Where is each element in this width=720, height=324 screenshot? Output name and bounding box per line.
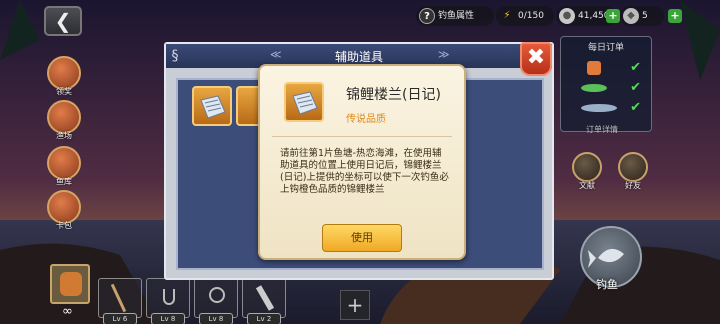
dialog-title: 辅助道具 [334, 50, 383, 64]
rod-icon [110, 283, 127, 313]
fishing-attribute-button[interactable]: ? 钓鱼属性 [416, 6, 494, 26]
divider [272, 136, 452, 137]
daily-orders-panel[interactable]: 每日订单 ✔ ✔ ✔ [560, 36, 652, 132]
lightning-icon: ⚡ [503, 10, 511, 21]
reward-icon [47, 56, 81, 90]
gem-counter: ◆ 5 [620, 6, 664, 26]
side-item-label: 渔场 [56, 131, 72, 140]
daily-orders-title: 每日订单 [587, 43, 624, 53]
item-detail-popup: 锦鲤楼兰(日记) 传说品质 请前往第1片鱼塘-热恋海滩，在使用辅助道具的位置上使… [258, 64, 466, 260]
energy-counter: ⚡ 0/150 [496, 6, 554, 26]
daily-order-detail-link[interactable]: 订单详情 [586, 124, 618, 135]
side-item-aquarium[interactable]: 鱼库 [46, 146, 82, 187]
tooltip-item-icon-frame [284, 82, 324, 122]
chevron-left-icon: ❮ [54, 9, 72, 33]
gem-value: 5 [642, 11, 648, 21]
book-icon [572, 152, 602, 182]
card-pack-icon [47, 190, 81, 224]
side-item-label: 鱼库 [56, 177, 72, 186]
item-slot-koi-diary[interactable] [192, 86, 232, 126]
hook-icon [163, 289, 175, 305]
level-badge: Lv 6 [103, 313, 137, 324]
check-icon: ✔ [630, 80, 641, 95]
daily-order-row: ✔ [579, 99, 647, 117]
coin-value: 41,450 [578, 11, 610, 21]
chevron-double-right-icon: ≫ [438, 48, 450, 61]
side-item-card-pack[interactable]: 卡包 [46, 190, 82, 231]
side-item-rewards[interactable]: 领奖 [46, 56, 82, 97]
daily-order-row: ✔ [579, 59, 647, 77]
side-item-label: 卡包 [56, 221, 72, 230]
cast-fishing-label: 钓鱼 [596, 278, 618, 291]
close-button[interactable]: ✖ [520, 42, 552, 76]
side-item-fishery[interactable]: 渔场 [46, 100, 82, 141]
fish-tank-icon [47, 146, 81, 180]
fishing-attribute-label: 钓鱼属性 [438, 11, 475, 21]
level-badge: Lv 8 [199, 313, 233, 324]
side-item-label: 领奖 [56, 87, 72, 96]
bait-icon [60, 272, 82, 296]
fish-icon [581, 84, 607, 92]
rod-slot[interactable]: Lv 6 [98, 278, 142, 324]
diary-item-icon [200, 95, 226, 119]
add-gems-button[interactable]: + [668, 9, 682, 23]
check-icon: ✔ [630, 60, 641, 75]
bait-slot-selected[interactable] [50, 264, 90, 304]
fish-icon [581, 104, 617, 112]
add-item-slot[interactable]: + [340, 290, 370, 320]
close-icon: ✖ [526, 45, 546, 70]
question-icon: ? [419, 8, 435, 24]
literature-label: 文献 [579, 181, 595, 190]
infinity-count: ∞ [62, 304, 73, 319]
check-icon: ✔ [630, 100, 641, 115]
level-badge: Lv 8 [151, 313, 185, 324]
level-badge: Lv 2 [247, 313, 281, 324]
float-icon [255, 285, 275, 311]
diary-item-icon [292, 91, 318, 115]
friends-label: 好友 [625, 181, 641, 190]
item-quality: 传说品质 [346, 114, 386, 125]
literature-button[interactable]: 文献 [568, 152, 606, 191]
friends-icon [618, 152, 648, 182]
float-slot[interactable]: Lv 2 [242, 278, 286, 324]
gem-icon: ◆ [623, 8, 639, 24]
item-name: 锦鲤楼兰(日记) [346, 87, 441, 103]
energy-value: 0/150 [518, 11, 544, 21]
starfish-icon [587, 61, 601, 75]
use-button[interactable]: 使用 [322, 224, 402, 252]
back-button[interactable]: ❮ [44, 6, 82, 36]
hook-slot[interactable]: Lv 8 [146, 278, 190, 324]
reel-slot[interactable]: Lv 8 [194, 278, 238, 324]
item-description: 请前往第1片鱼塘-热恋海滩，在使用辅助道具的位置上使用日记后，锦鲤楼兰(日记)上… [280, 148, 449, 195]
fishery-icon [47, 100, 81, 134]
coin-icon: ● [559, 8, 575, 24]
daily-order-row: ✔ [579, 79, 647, 97]
friends-button[interactable]: 好友 [614, 152, 652, 191]
add-coins-button[interactable]: + [606, 9, 620, 23]
reel-icon [209, 287, 225, 303]
